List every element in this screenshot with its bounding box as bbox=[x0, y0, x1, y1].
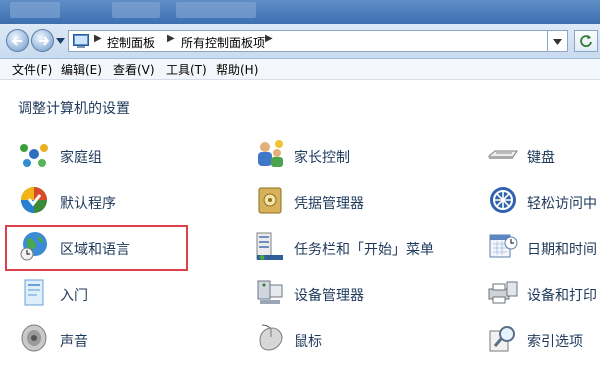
address-dropdown-button[interactable] bbox=[548, 30, 568, 52]
taskbar-strip bbox=[0, 0, 600, 24]
control-panel-icon bbox=[73, 34, 89, 48]
item-label: 默认程序 bbox=[60, 196, 116, 212]
address-bar[interactable]: ▶ 控制面板 ▶ 所有控制面板项 ▶ bbox=[68, 30, 548, 52]
highlight-box bbox=[5, 225, 188, 271]
back-button[interactable] bbox=[6, 29, 29, 52]
item-label: 入门 bbox=[60, 288, 88, 304]
item-parental-controls[interactable]: 家长控制 bbox=[254, 138, 424, 174]
refresh-button[interactable] bbox=[574, 30, 598, 52]
item-default-programs[interactable]: 默认程序 bbox=[18, 184, 168, 220]
item-label: 轻松访问中 bbox=[527, 196, 597, 212]
taskbar-start-menu-icon bbox=[256, 232, 283, 260]
page-title: 调整计算机的设置 bbox=[18, 101, 130, 117]
item-homegroup[interactable]: 家庭组 bbox=[18, 138, 168, 174]
date-time-icon bbox=[489, 234, 518, 258]
menu-bar: 文件(F) 编辑(E) 查看(V) 工具(T) 帮助(H) bbox=[0, 59, 600, 80]
item-taskbar-start-menu[interactable]: 任务栏和「开始」菜单 bbox=[254, 230, 454, 266]
item-credential-manager[interactable]: 凭据管理器 bbox=[254, 184, 424, 220]
breadcrumb-control-panel[interactable]: 控制面板 bbox=[107, 34, 155, 51]
item-label: 任务栏和「开始」菜单 bbox=[294, 242, 434, 258]
forward-arrow-icon bbox=[39, 36, 49, 46]
item-label: 家庭组 bbox=[60, 150, 102, 166]
forward-button[interactable] bbox=[31, 29, 54, 52]
menu-edit[interactable]: 编辑(E) bbox=[61, 61, 102, 78]
taskbar-tab[interactable] bbox=[10, 2, 60, 18]
item-label: 家长控制 bbox=[294, 150, 350, 166]
item-indexing-options[interactable]: 索引选项 bbox=[487, 322, 600, 358]
keyboard-icon bbox=[488, 150, 518, 159]
taskbar-tab[interactable] bbox=[112, 2, 160, 18]
getting-started-icon bbox=[24, 279, 44, 306]
breadcrumb-separator-icon[interactable]: ▶ bbox=[167, 33, 175, 44]
parental-controls-icon bbox=[258, 140, 283, 167]
breadcrumb-all-items[interactable]: 所有控制面板项 bbox=[181, 34, 265, 51]
default-programs-icon bbox=[21, 187, 47, 213]
menu-help[interactable]: 帮助(H) bbox=[216, 61, 258, 78]
item-keyboard[interactable]: 键盘 bbox=[487, 138, 600, 174]
item-date-time[interactable]: 日期和时间 bbox=[487, 230, 600, 266]
menu-tools[interactable]: 工具(T) bbox=[166, 61, 207, 78]
item-device-manager[interactable]: 设备管理器 bbox=[254, 276, 424, 312]
ease-of-access-icon bbox=[490, 187, 516, 213]
devices-printers-icon bbox=[488, 281, 518, 304]
item-ease-of-access[interactable]: 轻松访问中 bbox=[487, 184, 600, 220]
credential-manager-icon bbox=[258, 187, 282, 214]
sound-icon bbox=[21, 324, 47, 352]
item-mouse[interactable]: 鼠标 bbox=[254, 322, 424, 358]
breadcrumb-separator-icon[interactable]: ▶ bbox=[265, 33, 273, 44]
item-sound[interactable]: 声音 bbox=[18, 322, 168, 358]
refresh-icon bbox=[580, 35, 592, 47]
taskbar-tab[interactable] bbox=[176, 2, 256, 18]
item-label: 设备管理器 bbox=[294, 288, 364, 304]
mouse-icon bbox=[259, 324, 283, 351]
address-row: ▶ 控制面板 ▶ 所有控制面板项 ▶ bbox=[0, 24, 600, 59]
item-devices-printers[interactable]: 设备和打印 bbox=[487, 276, 600, 312]
item-label: 凭据管理器 bbox=[294, 196, 364, 212]
item-label: 日期和时间 bbox=[527, 242, 597, 258]
homegroup-icon bbox=[20, 144, 48, 167]
item-getting-started[interactable]: 入门 bbox=[18, 276, 168, 312]
menu-file[interactable]: 文件(F) bbox=[12, 61, 52, 78]
back-arrow-icon bbox=[12, 36, 22, 46]
item-label: 键盘 bbox=[527, 150, 555, 166]
chevron-down-icon bbox=[553, 39, 562, 45]
device-manager-icon bbox=[257, 280, 283, 304]
indexing-options-icon bbox=[489, 326, 515, 352]
item-label: 索引选项 bbox=[527, 334, 583, 350]
item-label: 声音 bbox=[60, 334, 88, 350]
item-label: 鼠标 bbox=[294, 334, 322, 350]
recent-pages-chevron-icon[interactable] bbox=[56, 38, 65, 44]
menu-view[interactable]: 查看(V) bbox=[113, 61, 155, 78]
item-label: 设备和打印 bbox=[527, 288, 597, 304]
breadcrumb-separator-icon[interactable]: ▶ bbox=[94, 33, 102, 44]
